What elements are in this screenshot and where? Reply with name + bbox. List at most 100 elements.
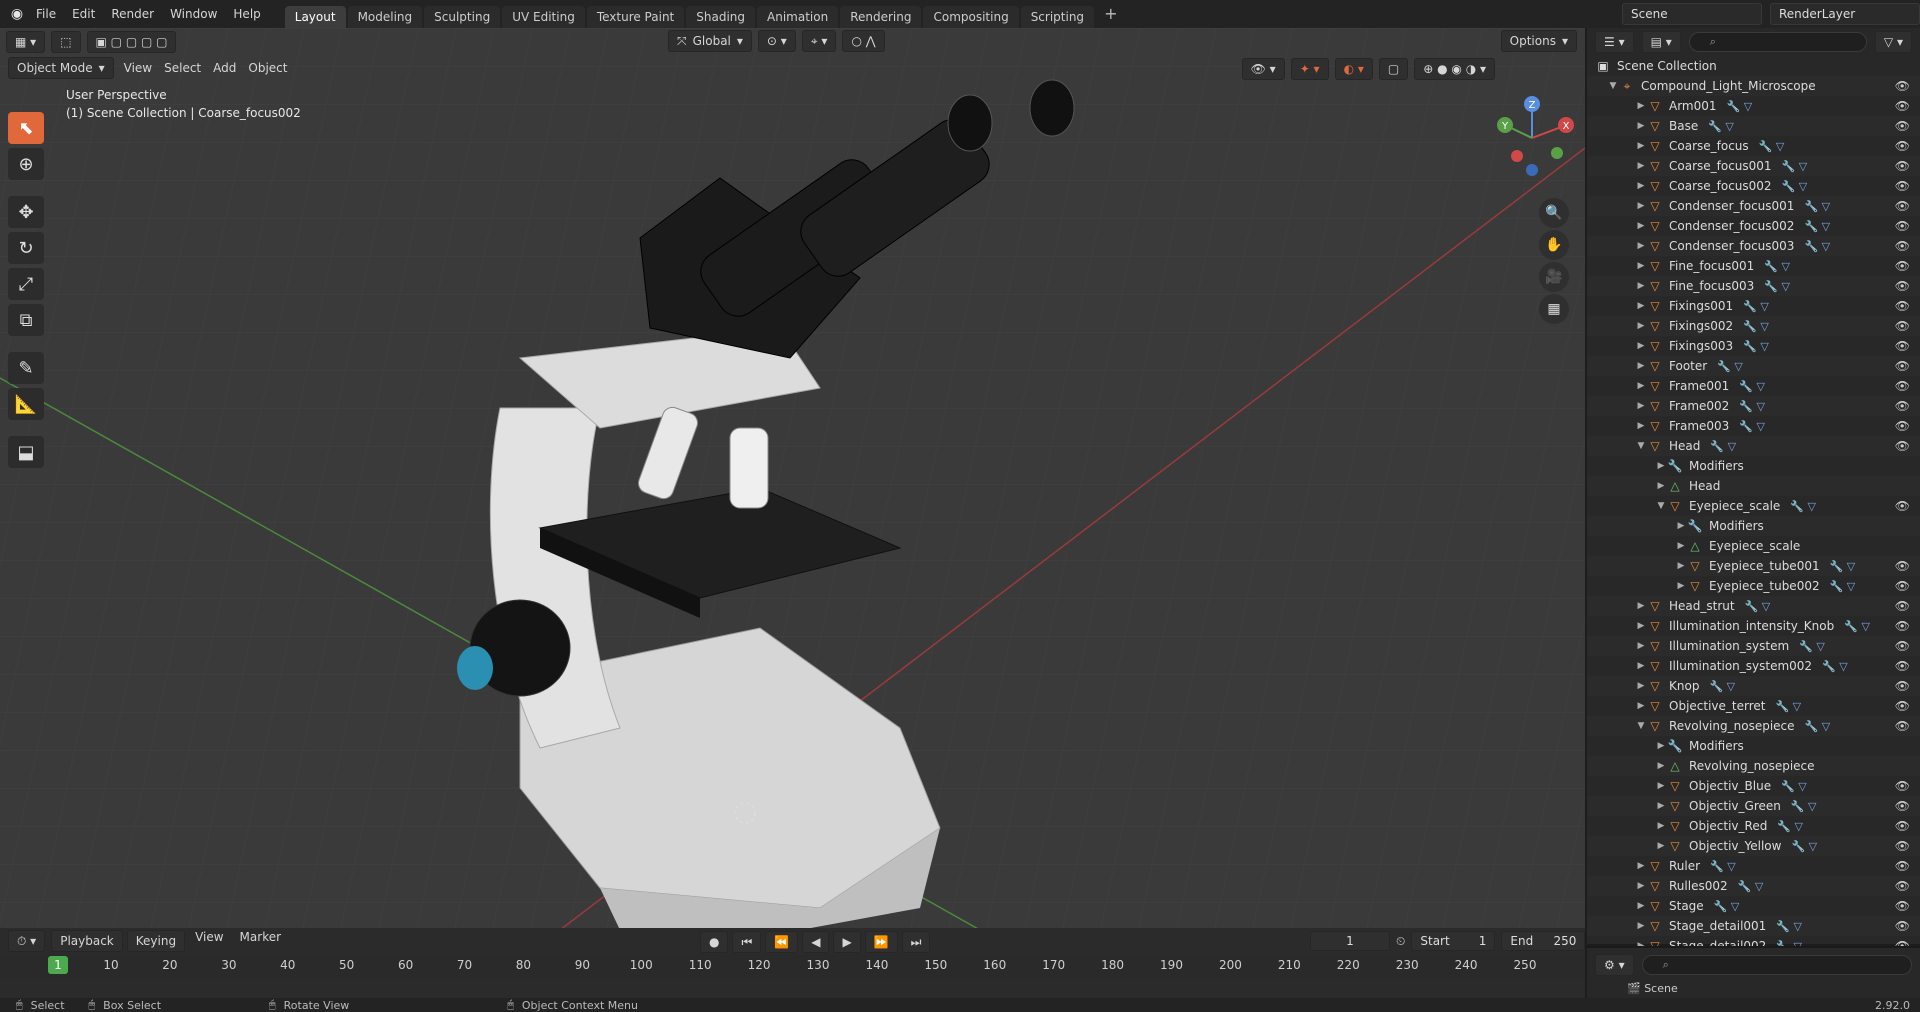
- modifier-wrench-icon[interactable]: 🔧 ▽: [1804, 200, 1830, 213]
- modifier-wrench-icon[interactable]: 🔧 ▽: [1738, 880, 1764, 893]
- outliner-row[interactable]: ▶ ▽ Knop 🔧 ▽ 👁: [1587, 676, 1920, 696]
- eye-icon[interactable]: 👁: [1895, 139, 1910, 153]
- eye-icon[interactable]: 👁: [1895, 859, 1910, 873]
- eye-icon[interactable]: 👁: [1895, 619, 1910, 633]
- camera-icon[interactable]: 🎥: [1539, 262, 1569, 292]
- timeline-editor-type-button[interactable]: ⏱ ▾: [8, 930, 46, 952]
- tab-shading[interactable]: Shading: [686, 6, 755, 28]
- chevron-right-icon[interactable]: ▶: [1635, 301, 1647, 311]
- annotate-tool[interactable]: ✎: [8, 352, 44, 384]
- outliner-row[interactable]: ▶ ▽ Eyepiece_tube002 🔧 ▽ 👁: [1587, 576, 1920, 596]
- timeline-ruler[interactable]: 1 10 20 30 40 50 60 70 80 90 100 110 120 130 140 150 160…: [0, 954, 1585, 978]
- eye-icon[interactable]: 👁: [1895, 159, 1910, 173]
- end-frame-field[interactable]: End 250: [1501, 931, 1586, 951]
- viewport-menu-object[interactable]: Object: [242, 61, 293, 75]
- eye-icon[interactable]: 👁: [1895, 699, 1910, 713]
- menu-file[interactable]: File: [28, 3, 64, 25]
- modifier-wrench-icon[interactable]: 🔧 ▽: [1776, 920, 1802, 933]
- chevron-right-icon[interactable]: ▶: [1655, 761, 1667, 771]
- select-box-tool[interactable]: ⬉: [8, 112, 44, 144]
- viewport-menu-add[interactable]: Add: [207, 61, 242, 75]
- eye-icon[interactable]: 👁: [1895, 339, 1910, 353]
- outliner-row[interactable]: ▶ △ Revolving_nosepiece: [1587, 756, 1920, 776]
- chevron-right-icon[interactable]: ▶: [1635, 181, 1647, 191]
- chevron-right-icon[interactable]: ▶: [1635, 661, 1647, 671]
- eye-icon[interactable]: 👁: [1895, 119, 1910, 133]
- chevron-down-icon[interactable]: ▼: [1635, 721, 1647, 731]
- eye-icon[interactable]: 👁: [1895, 639, 1910, 653]
- chevron-right-icon[interactable]: ▶: [1635, 361, 1647, 371]
- outliner-row[interactable]: ▼ ▽ Eyepiece_scale 🔧 ▽ 👁: [1587, 496, 1920, 516]
- tab-uv-editing[interactable]: UV Editing: [502, 6, 585, 28]
- outliner-search-input[interactable]: ⌕: [1688, 32, 1867, 52]
- chevron-right-icon[interactable]: ▶: [1635, 121, 1647, 131]
- pivot-point-dropdown[interactable]: ⊙ ▾: [757, 30, 796, 52]
- eye-icon[interactable]: 👁: [1895, 79, 1910, 93]
- outliner-row[interactable]: ▶ ▽ Objectiv_Red 🔧 ▽ 👁: [1587, 816, 1920, 836]
- menu-help[interactable]: Help: [225, 3, 268, 25]
- viewport-menu-select[interactable]: Select: [158, 61, 207, 75]
- outliner-row[interactable]: ▶ ▽ Base 🔧 ▽ 👁: [1587, 116, 1920, 136]
- tab-animation[interactable]: Animation: [757, 6, 839, 28]
- outliner-editor-type-button[interactable]: ☰ ▾: [1595, 31, 1634, 53]
- eye-icon[interactable]: 👁: [1895, 839, 1910, 853]
- outliner-row[interactable]: ▼ ▽ Revolving_nosepiece 🔧 ▽ 👁: [1587, 716, 1920, 736]
- timeline-menu-playback[interactable]: Playback: [51, 930, 123, 952]
- outliner-row[interactable]: ▶ ▽ Fixings003 🔧 ▽ 👁: [1587, 336, 1920, 356]
- zoom-icon[interactable]: 🔍: [1539, 198, 1569, 228]
- blender-logo-icon[interactable]: ◉: [6, 3, 28, 25]
- transform-orientation-dropdown[interactable]: ⤧ Global ▾: [668, 30, 752, 52]
- eye-icon[interactable]: 👁: [1895, 779, 1910, 793]
- outliner-row[interactable]: ▶ ▽ Fixings002 🔧 ▽ 👁: [1587, 316, 1920, 336]
- eye-icon[interactable]: 👁: [1895, 399, 1910, 413]
- outliner-row[interactable]: ▶ ▽ Coarse_focus001 🔧 ▽ 👁: [1587, 156, 1920, 176]
- outliner-row[interactable]: ▶ ▽ Stage 🔧 ▽ 👁: [1587, 896, 1920, 916]
- tab-sculpting[interactable]: Sculpting: [424, 6, 501, 28]
- outliner-row[interactable]: ▶ ▽ Coarse_focus 🔧 ▽ 👁: [1587, 136, 1920, 156]
- chevron-right-icon[interactable]: ▶: [1655, 481, 1667, 491]
- chevron-right-icon[interactable]: ▶: [1635, 881, 1647, 891]
- eye-icon[interactable]: 👁: [1895, 199, 1910, 213]
- chevron-right-icon[interactable]: ▶: [1675, 521, 1687, 531]
- editor-type-button[interactable]: ▦ ▾: [6, 31, 46, 53]
- outliner-row[interactable]: ▶ ▽ Illumination_intensity_Knob 🔧 ▽ 👁: [1587, 616, 1920, 636]
- timeline-menu-marker[interactable]: Marker: [234, 930, 287, 952]
- outliner-row[interactable]: ▶ ▽ Condenser_focus002 🔧 ▽ 👁: [1587, 216, 1920, 236]
- selection-mode-group[interactable]: ▣ ▢ ▢ ▢ ▢: [86, 31, 177, 53]
- chevron-right-icon[interactable]: ▶: [1635, 261, 1647, 271]
- tab-layout[interactable]: Layout: [284, 6, 346, 28]
- measure-tool[interactable]: 📐: [8, 388, 44, 420]
- outliner-row[interactable]: ▶ △ Eyepiece_scale: [1587, 536, 1920, 556]
- modifier-wrench-icon[interactable]: 🔧 ▽: [1775, 700, 1801, 713]
- outliner-row[interactable]: ▶ ▽ Objectiv_Green 🔧 ▽ 👁: [1587, 796, 1920, 816]
- modifier-wrench-icon[interactable]: 🔧 ▽: [1739, 380, 1765, 393]
- scene-selector[interactable]: Scene: [1622, 3, 1762, 25]
- modifier-wrench-icon[interactable]: 🔧 ▽: [1764, 260, 1790, 273]
- outliner-row[interactable]: ▶ ▽ Eyepiece_tube001 🔧 ▽ 👁: [1587, 556, 1920, 576]
- modifier-wrench-icon[interactable]: 🔧 ▽: [1717, 360, 1743, 373]
- rotate-tool[interactable]: ↻: [8, 232, 44, 264]
- modifier-wrench-icon[interactable]: 🔧 ▽: [1709, 680, 1735, 693]
- timeline-menu-view[interactable]: View: [189, 930, 229, 952]
- modifier-wrench-icon[interactable]: 🔧 ▽: [1782, 180, 1808, 193]
- snap-toggle[interactable]: ⌖ ▾: [801, 30, 837, 52]
- modifier-wrench-icon[interactable]: 🔧 ▽: [1804, 240, 1830, 253]
- modifier-wrench-icon[interactable]: 🔧 ▽: [1743, 300, 1769, 313]
- modifier-wrench-icon[interactable]: 🔧 ▽: [1759, 140, 1785, 153]
- current-frame-field[interactable]: 1: [1310, 931, 1390, 951]
- outliner-row[interactable]: ▶ ▽ Condenser_focus003 🔧 ▽ 👁: [1587, 236, 1920, 256]
- select-mode-button[interactable]: ⬚: [51, 31, 81, 53]
- chevron-right-icon[interactable]: ▶: [1635, 601, 1647, 611]
- modifier-wrench-icon[interactable]: 🔧 ▽: [1739, 420, 1765, 433]
- modifier-wrench-icon[interactable]: 🔧 ▽: [1743, 340, 1769, 353]
- outliner-row[interactable]: ▶ ▽ Frame002 🔧 ▽ 👁: [1587, 396, 1920, 416]
- modifier-wrench-icon[interactable]: 🔧 ▽: [1739, 400, 1765, 413]
- chevron-right-icon[interactable]: ▶: [1635, 221, 1647, 231]
- chevron-right-icon[interactable]: ▶: [1635, 641, 1647, 651]
- scale-tool[interactable]: ⤢: [8, 268, 44, 300]
- modifier-wrench-icon[interactable]: 🔧 ▽: [1745, 600, 1771, 613]
- outliner-row[interactable]: ▶ ▽ Head_strut 🔧 ▽ 👁: [1587, 596, 1920, 616]
- outliner-row[interactable]: ▶ ▽ Arm001 🔧 ▽ 👁: [1587, 96, 1920, 116]
- properties-search-input[interactable]: ⌕: [1641, 955, 1912, 975]
- xray-toggle[interactable]: ▢: [1378, 58, 1409, 80]
